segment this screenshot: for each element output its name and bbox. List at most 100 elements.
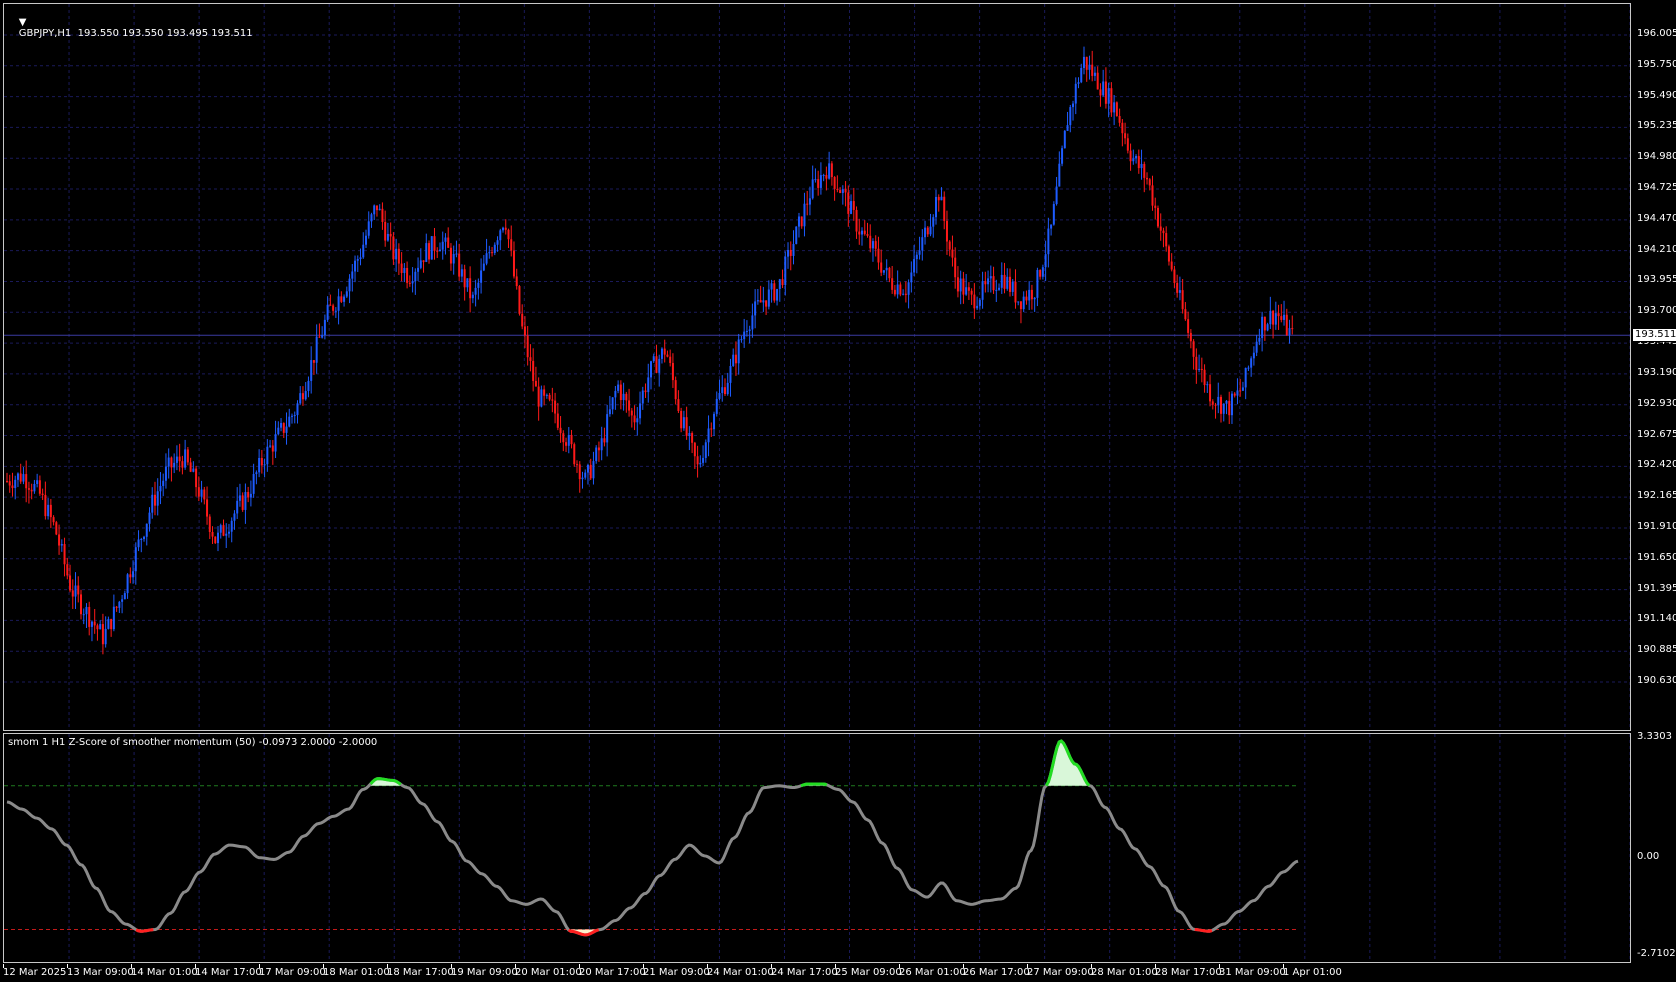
candle — [839, 187, 842, 194]
candle — [1283, 300, 1286, 326]
time-axis-label: 18 Mar 17:00 — [387, 967, 454, 978]
candle — [540, 385, 543, 408]
candle — [153, 481, 156, 516]
candle — [959, 270, 962, 305]
candle — [1146, 172, 1149, 185]
candle — [956, 266, 959, 298]
indicator-canvas[interactable] — [4, 734, 1630, 962]
candle — [630, 407, 633, 428]
candle — [671, 353, 674, 388]
candle — [337, 288, 340, 325]
candle — [217, 526, 220, 552]
candle — [943, 191, 946, 230]
indicator-pane[interactable]: smom 1 H1 Z-Score of smoother momentum (… — [3, 733, 1631, 963]
candle — [430, 235, 433, 260]
time-axis-label: 25 Mar 09:00 — [835, 967, 902, 978]
symbol-header-text: GBPJPY,H1 193.550 193.550 193.495 193.51… — [18, 28, 253, 39]
candle — [559, 416, 562, 443]
candle — [776, 288, 779, 306]
candle — [181, 455, 184, 475]
candle — [660, 347, 663, 364]
candle — [227, 523, 230, 538]
candle — [137, 530, 140, 552]
candle — [444, 233, 447, 255]
candle — [778, 278, 781, 302]
candle — [726, 372, 729, 396]
candle — [16, 472, 19, 488]
candle — [866, 222, 869, 238]
candle — [288, 408, 291, 428]
candle — [926, 226, 929, 237]
candle — [595, 445, 598, 464]
candle — [143, 535, 146, 542]
candle — [1082, 46, 1085, 75]
candle — [584, 469, 587, 480]
candle — [115, 605, 118, 612]
candle — [496, 236, 499, 252]
candle — [1288, 319, 1291, 344]
candle — [499, 228, 502, 251]
candle — [1156, 205, 1159, 229]
candle — [27, 481, 30, 504]
candle — [274, 420, 277, 459]
candle — [493, 242, 496, 256]
candle — [247, 486, 250, 503]
zscore-line — [6, 739, 1299, 937]
candle — [291, 413, 294, 424]
candle — [458, 243, 461, 281]
candle — [354, 255, 357, 283]
candle — [789, 241, 792, 271]
candle — [96, 623, 99, 641]
candle — [367, 211, 370, 239]
candle — [570, 429, 573, 449]
candle — [644, 383, 647, 398]
candle — [348, 274, 351, 304]
candle — [1135, 154, 1138, 164]
candle — [861, 227, 864, 246]
dropdown-triangle-icon[interactable]: ▼ — [19, 17, 27, 28]
time-axis-label: 28 Mar 01:00 — [1091, 967, 1158, 978]
candle — [280, 418, 283, 432]
candle — [162, 473, 165, 497]
candle — [1263, 316, 1266, 341]
candle — [178, 443, 181, 472]
candle — [19, 463, 22, 484]
candle — [693, 441, 696, 470]
candle — [1008, 268, 1011, 297]
candle — [408, 275, 411, 287]
candle — [995, 279, 998, 303]
candle — [992, 266, 995, 294]
candle — [1250, 356, 1253, 377]
candle — [1220, 394, 1223, 423]
candle — [1115, 101, 1118, 117]
candle — [474, 279, 477, 307]
candle — [998, 283, 1001, 291]
candle — [186, 446, 189, 466]
candle — [491, 246, 494, 257]
price-chart-pane[interactable]: ▼ GBPJPY,H1 193.550 193.550 193.495 193.… — [3, 3, 1631, 731]
price-axis-label: 191.650 — [1637, 551, 1676, 563]
candle — [1077, 77, 1080, 89]
candle — [1093, 66, 1096, 81]
candle — [523, 316, 526, 349]
indicator-grid — [68, 734, 1630, 962]
candle — [1151, 175, 1154, 211]
candle — [537, 377, 540, 421]
candle — [47, 498, 50, 520]
candle — [518, 285, 521, 316]
candle — [1028, 281, 1031, 310]
time-axis-label: 12 Mar 2025 — [3, 967, 67, 978]
price-chart-canvas[interactable] — [4, 4, 1630, 730]
candle — [729, 358, 732, 397]
candle — [704, 439, 707, 463]
candle — [1110, 82, 1113, 117]
candle — [1228, 391, 1231, 424]
price-axis-label: 192.420 — [1637, 459, 1676, 471]
candle — [225, 523, 228, 549]
candle — [521, 304, 524, 330]
candle — [666, 350, 669, 358]
candle — [33, 479, 36, 494]
candle — [748, 325, 751, 344]
price-axis-label: 190.885 — [1637, 644, 1676, 656]
candle — [36, 473, 39, 488]
